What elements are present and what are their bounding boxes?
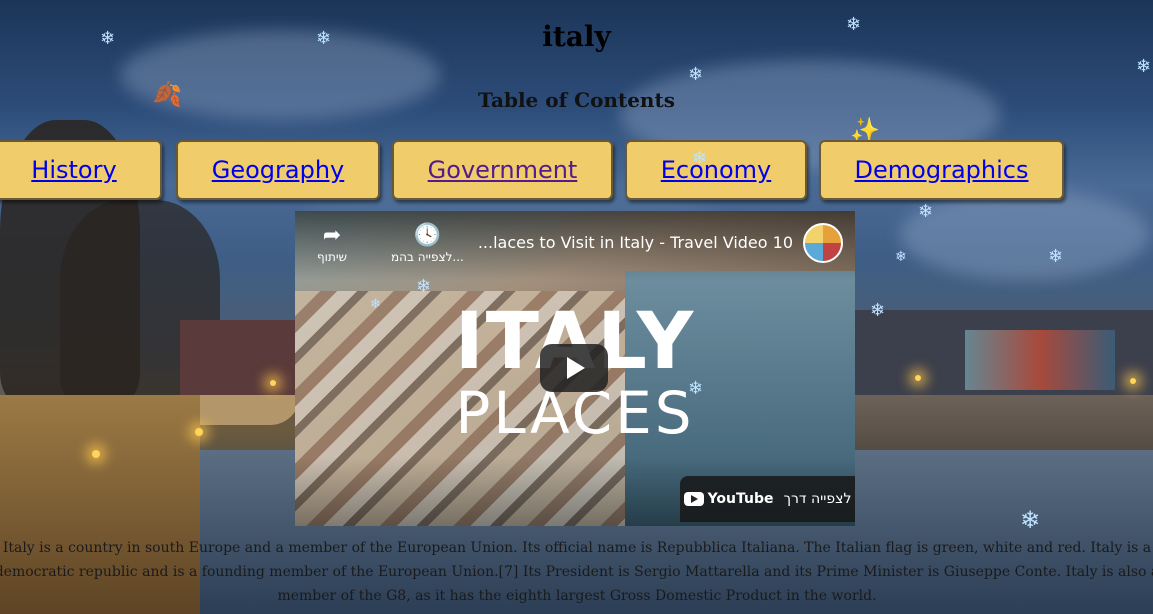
channel-avatar[interactable] (803, 223, 843, 263)
share-icon: ➦ (322, 223, 342, 248)
nav-button-history[interactable]: History (0, 140, 162, 200)
share-button[interactable]: ➦ שיתוף (317, 223, 347, 264)
snowflake-icon: ❄ (688, 378, 704, 399)
youtube-play-icon (683, 492, 704, 506)
star-icon: ✨ (850, 116, 880, 144)
snowflake-icon: ❄ (1048, 246, 1064, 267)
snowflake-icon: ❄ (416, 276, 432, 297)
watch-on-label: לצפייה דרך (783, 491, 852, 507)
toc-heading: Table of Contents (478, 88, 675, 112)
play-button[interactable] (540, 344, 608, 392)
video-title[interactable]: ...laces to Visit in Italy - Travel Vide… (478, 233, 793, 252)
watch-later-label: לצפייה בהמ... (391, 250, 464, 264)
nav-link-demographics[interactable]: Demographics (855, 156, 1029, 184)
intro-paragraph: Italy is a country in south Europe and a… (0, 540, 1153, 604)
youtube-video-embed[interactable]: ITALY PLACES ➦ שיתוף 🕓 לצפייה בהמ... ...… (295, 211, 855, 526)
nav-link-geography[interactable]: Geography (212, 156, 345, 184)
nav-button-geography[interactable]: Geography (176, 140, 380, 200)
snowflake-icon: ❄ (918, 201, 934, 222)
watch-on-youtube-button[interactable]: YouTube לצפייה דרך (680, 476, 855, 522)
snowflake-icon: ❄ (870, 300, 886, 321)
nav-link-government[interactable]: Government (428, 156, 578, 184)
page-title: italy (542, 20, 611, 53)
snowflake-icon: ❄ (688, 64, 704, 85)
nav-button-government[interactable]: Government (392, 140, 613, 200)
snowflake-icon: ❄ (370, 297, 381, 312)
snowflake-icon: ❄ (692, 148, 708, 169)
snowflake-icon: ❄ (1136, 56, 1152, 77)
nav-button-economy[interactable]: Economy (625, 140, 807, 200)
watch-later-button[interactable]: 🕓 לצפייה בהמ... (391, 223, 464, 264)
nav-button-demographics[interactable]: Demographics (819, 140, 1064, 200)
snowflake-icon: ❄ (895, 249, 907, 265)
youtube-logo: YouTube (683, 491, 774, 507)
share-label: שיתוף (317, 250, 348, 264)
clock-icon: 🕓 (413, 223, 442, 248)
snowflake-icon: ❄ (1020, 506, 1041, 534)
nav-link-economy[interactable]: Economy (661, 156, 772, 184)
nav-link-history[interactable]: History (31, 156, 116, 184)
